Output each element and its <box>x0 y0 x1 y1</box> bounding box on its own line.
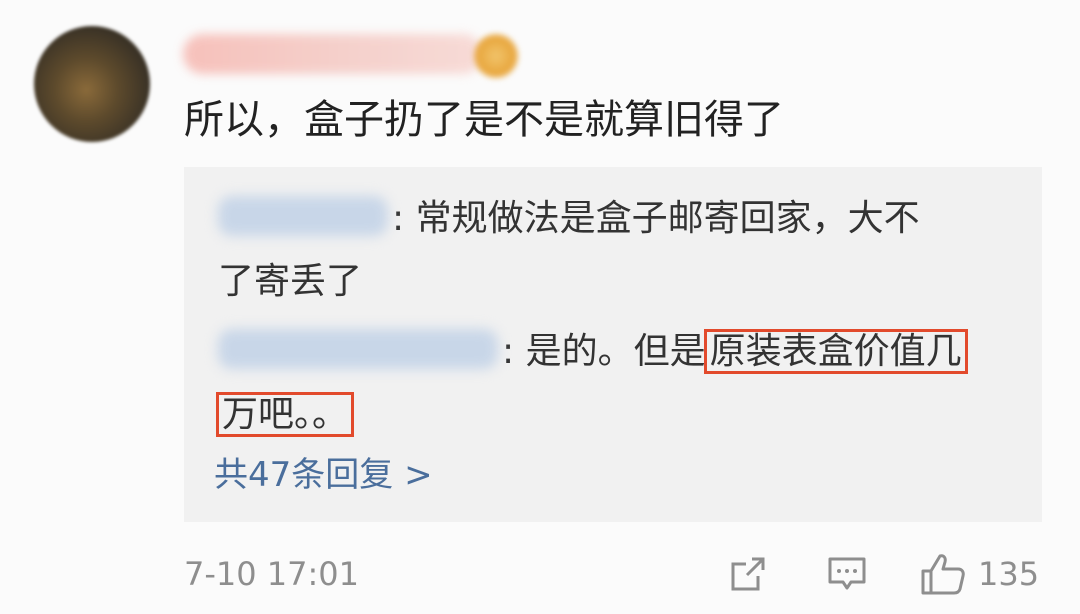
comment-icon <box>826 554 868 594</box>
username-blurred[interactable] <box>183 34 483 74</box>
comment-timestamp: 7-10 17:01 <box>184 555 360 593</box>
thumbs-up-icon <box>920 552 966 596</box>
share-icon <box>728 554 768 594</box>
comment-button[interactable] <box>826 552 868 596</box>
highlighted-text: 原装表盒价值几 <box>703 329 968 374</box>
like-button[interactable]: 135 <box>920 552 1039 596</box>
reply-username-blurred[interactable] <box>218 329 498 369</box>
vip-badge-icon <box>474 34 518 78</box>
reply-item: : 是的。但是 原装表盒价值几 万吧。。 <box>215 320 1018 446</box>
highlighted-text-continued: 万吧。。 <box>215 392 355 437</box>
share-button[interactable] <box>728 552 768 596</box>
like-count: 135 <box>978 555 1040 593</box>
reply-username-blurred[interactable] <box>218 196 388 236</box>
reply-text-continued: 了寄丢了 <box>218 261 363 302</box>
view-more-replies-link[interactable]: 共47条回复 > <box>214 450 433 500</box>
comment-text: 所以，盒子扔了是不是就算旧得了 <box>184 97 784 143</box>
reply-text: : 常规做法是盒子邮寄回家，大不 <box>392 198 920 239</box>
avatar[interactable] <box>34 26 150 142</box>
reply-item: : 常规做法是盒子邮寄回家，大不 了寄丢了 <box>218 187 1018 313</box>
reply-text: : 是的。但是 <box>502 331 706 372</box>
